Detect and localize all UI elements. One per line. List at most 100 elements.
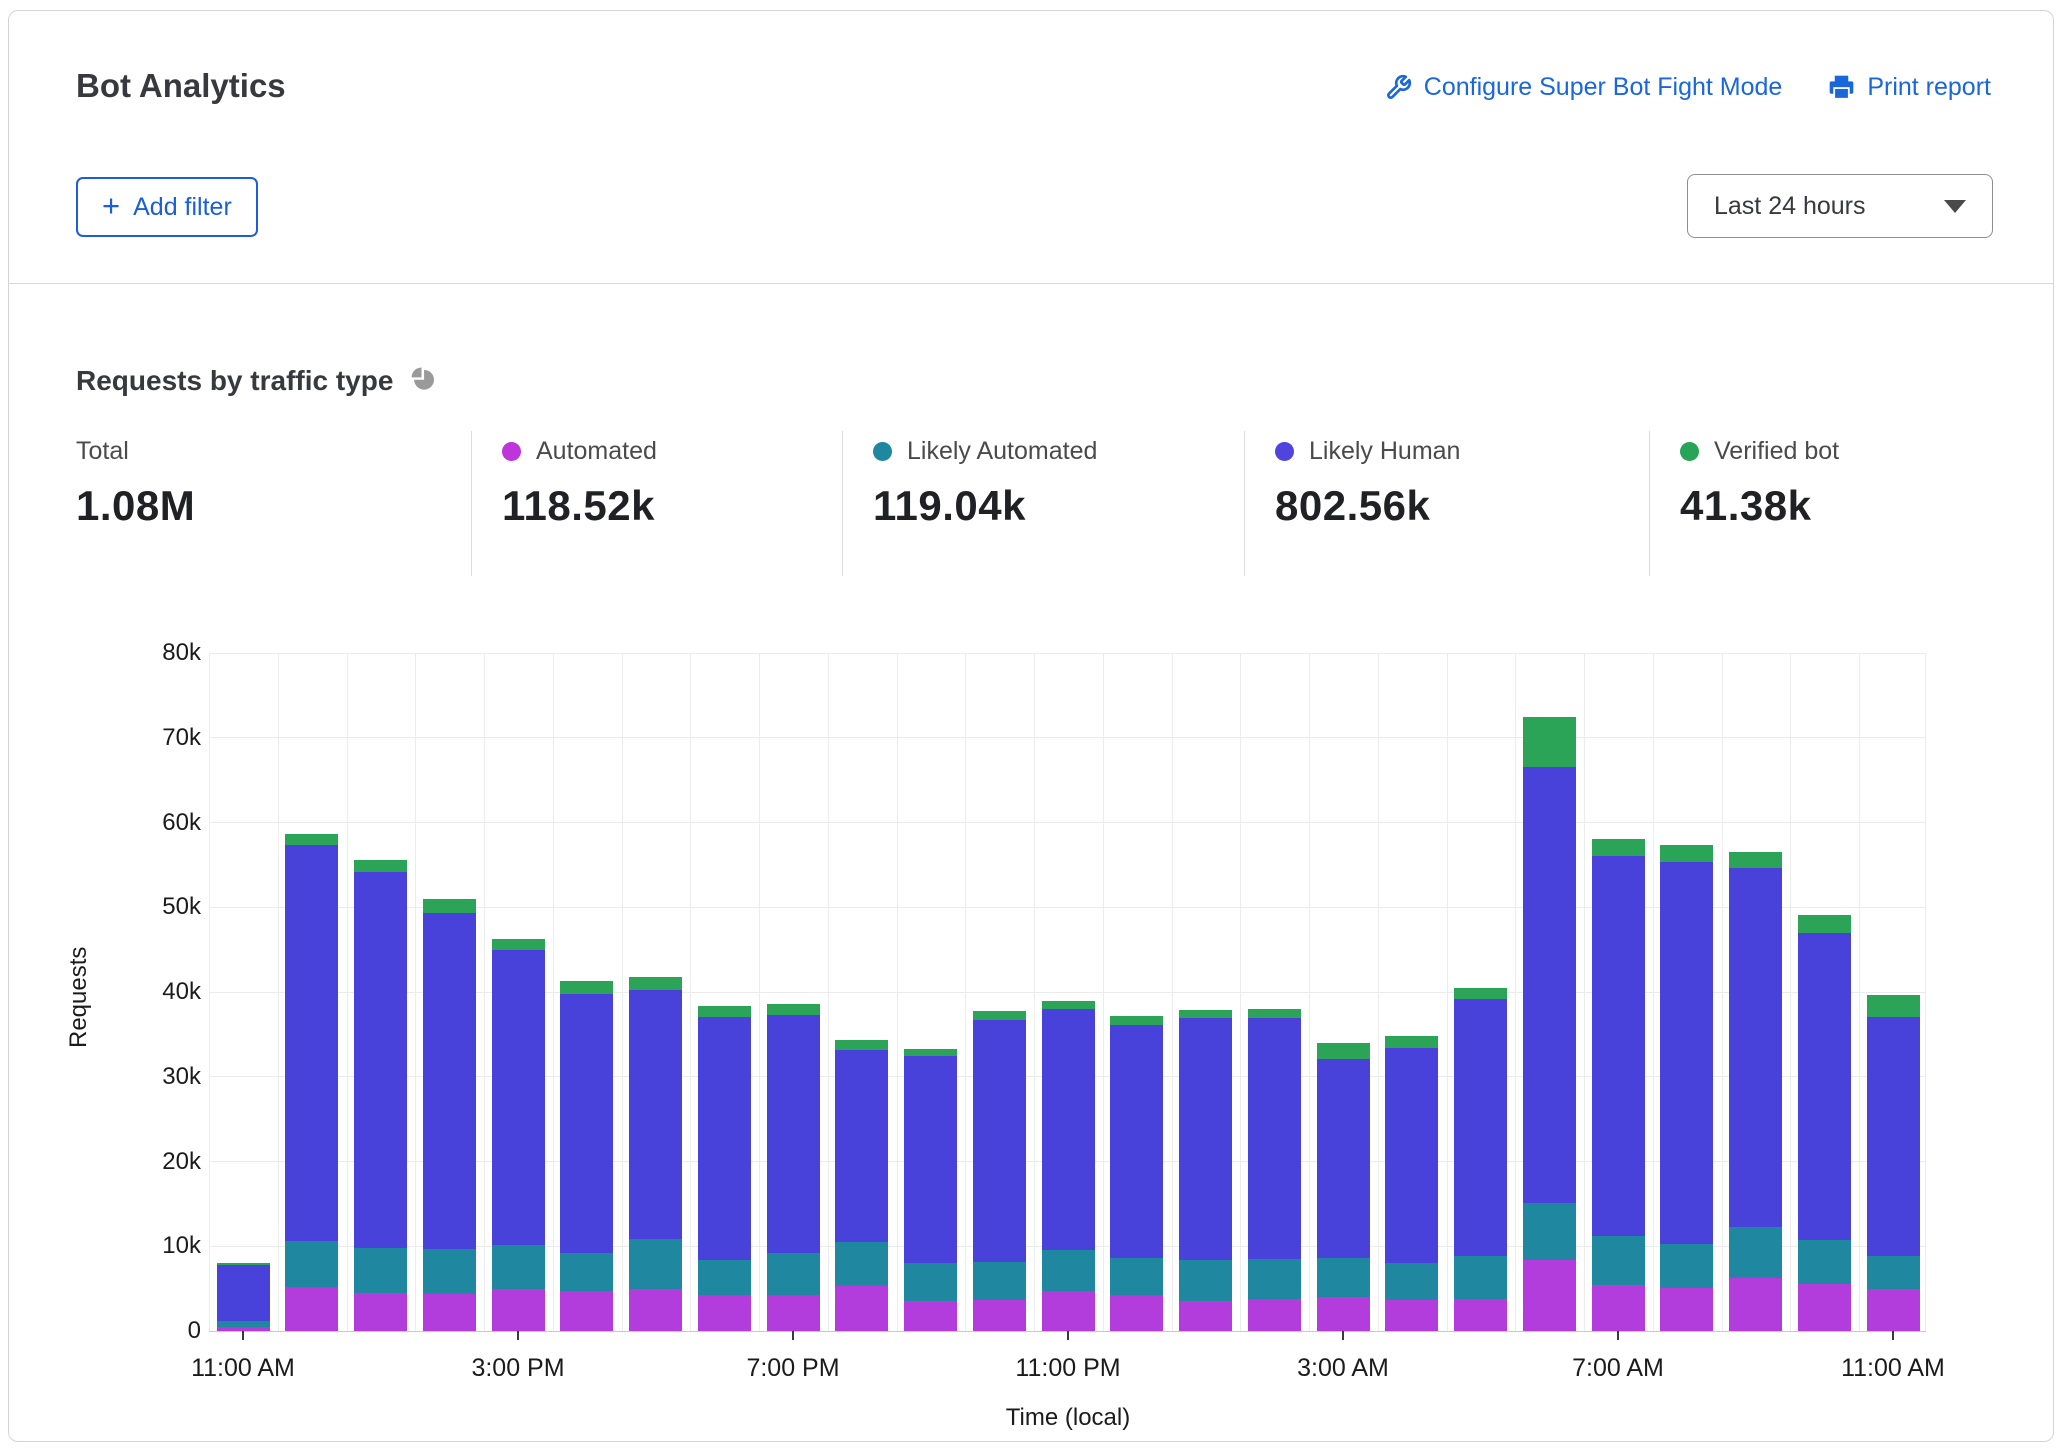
bar-segment-likely-human[interactable]	[1316, 1058, 1370, 1259]
bar-segment-verified-bot[interactable]	[1385, 1036, 1439, 1048]
bar-segment-likely-human[interactable]	[560, 993, 614, 1254]
bar-segment-verified-bot[interactable]	[835, 1040, 889, 1050]
bar-segment-likely-human[interactable]	[1110, 1025, 1164, 1259]
bar-segment-likely-human[interactable]	[972, 1019, 1026, 1263]
bar-segment-likely-automated[interactable]	[1660, 1243, 1714, 1288]
bar-segment-likely-human[interactable]	[491, 949, 545, 1245]
print-report-link[interactable]: Print report	[1828, 73, 1991, 102]
bar-segment-verified-bot[interactable]	[1247, 1008, 1301, 1019]
bar-segment-likely-automated[interactable]	[1247, 1258, 1301, 1299]
bar-segment-verified-bot[interactable]	[422, 898, 476, 914]
bar-segment-likely-human[interactable]	[422, 913, 476, 1249]
bar-segment-automated[interactable]	[1454, 1298, 1507, 1331]
bar-segment-likely-automated[interactable]	[629, 1239, 682, 1289]
bar-segment-verified-bot[interactable]	[354, 859, 407, 872]
bar-segment-likely-human[interactable]	[1797, 932, 1851, 1241]
bar-segment-automated[interactable]	[1522, 1259, 1576, 1331]
bar-segment-likely-automated[interactable]	[216, 1320, 270, 1327]
bar-segment-verified-bot[interactable]	[766, 1003, 820, 1015]
bar-segment-automated[interactable]	[972, 1299, 1026, 1331]
bar-segment-automated[interactable]	[1729, 1278, 1782, 1331]
bar-segment-automated[interactable]	[1247, 1298, 1301, 1331]
bar-segment-likely-human[interactable]	[285, 845, 339, 1242]
bar-segment-likely-automated[interactable]	[354, 1247, 407, 1293]
bar-segment-likely-automated[interactable]	[1729, 1226, 1782, 1279]
bar-segment-automated[interactable]	[491, 1288, 545, 1331]
bar-segment-automated[interactable]	[1316, 1297, 1370, 1331]
bar-segment-automated[interactable]	[285, 1286, 339, 1331]
bar-segment-likely-human[interactable]	[1247, 1018, 1301, 1259]
bar-segment-verified-bot[interactable]	[1179, 1009, 1232, 1019]
bar-segment-automated[interactable]	[629, 1288, 682, 1331]
bar-segment-likely-automated[interactable]	[560, 1253, 614, 1292]
bar-segment-verified-bot[interactable]	[1522, 717, 1576, 767]
bar-segment-likely-human[interactable]	[835, 1049, 889, 1243]
bar-segment-likely-automated[interactable]	[1316, 1258, 1370, 1298]
bar-segment-likely-human[interactable]	[1866, 1017, 1920, 1256]
configure-super-bot-fight-mode-link[interactable]: Configure Super Bot Fight Mode	[1385, 73, 1782, 102]
bar-segment-automated[interactable]	[1041, 1291, 1095, 1331]
bar-segment-likely-human[interactable]	[216, 1264, 270, 1321]
bar-segment-likely-human[interactable]	[1454, 998, 1507, 1257]
bar-segment-verified-bot[interactable]	[1729, 852, 1782, 869]
bar-segment-verified-bot[interactable]	[1660, 844, 1714, 862]
bar-segment-automated[interactable]	[904, 1300, 957, 1331]
bar-segment-verified-bot[interactable]	[560, 981, 614, 994]
bar-segment-automated[interactable]	[1110, 1295, 1164, 1331]
bar-segment-verified-bot[interactable]	[1454, 987, 1507, 999]
bar-segment-verified-bot[interactable]	[1110, 1015, 1164, 1026]
bar-segment-automated[interactable]	[422, 1293, 476, 1331]
bar-segment-verified-bot[interactable]	[904, 1048, 957, 1057]
time-range-select[interactable]: Last 24 hours	[1687, 174, 1993, 238]
bar-segment-likely-automated[interactable]	[766, 1253, 820, 1295]
bar-segment-likely-human[interactable]	[904, 1056, 957, 1264]
bar-segment-verified-bot[interactable]	[491, 938, 545, 950]
bar-segment-verified-bot[interactable]	[1316, 1042, 1370, 1059]
bar-segment-likely-human[interactable]	[629, 990, 682, 1240]
add-filter-button[interactable]: + Add filter	[76, 177, 258, 237]
bar-segment-likely-human[interactable]	[354, 871, 407, 1248]
bar-segment-automated[interactable]	[1385, 1299, 1439, 1331]
bar-segment-automated[interactable]	[1591, 1285, 1645, 1331]
bar-segment-verified-bot[interactable]	[972, 1010, 1026, 1020]
bar-segment-automated[interactable]	[560, 1291, 614, 1331]
bar-segment-likely-human[interactable]	[1729, 868, 1782, 1227]
bar-segment-likely-automated[interactable]	[1454, 1256, 1507, 1299]
bar-segment-likely-human[interactable]	[1179, 1018, 1232, 1260]
bar-segment-verified-bot[interactable]	[1797, 914, 1851, 933]
bar-segment-verified-bot[interactable]	[216, 1262, 270, 1265]
bar-segment-likely-automated[interactable]	[1866, 1255, 1920, 1289]
bar-segment-verified-bot[interactable]	[697, 1006, 751, 1018]
bar-segment-likely-automated[interactable]	[491, 1244, 545, 1289]
bar-segment-likely-automated[interactable]	[1797, 1240, 1851, 1284]
bar-segment-likely-human[interactable]	[1385, 1047, 1439, 1264]
bar-segment-likely-automated[interactable]	[1041, 1249, 1095, 1292]
bar-segment-likely-automated[interactable]	[1591, 1236, 1645, 1286]
bar-segment-likely-automated[interactable]	[1385, 1263, 1439, 1300]
bar-segment-likely-automated[interactable]	[422, 1248, 476, 1294]
bar-segment-likely-automated[interactable]	[285, 1241, 339, 1287]
bar-segment-verified-bot[interactable]	[629, 976, 682, 991]
bar-segment-verified-bot[interactable]	[1041, 1001, 1095, 1009]
bar-segment-likely-automated[interactable]	[1179, 1259, 1232, 1301]
bar-segment-likely-human[interactable]	[1660, 861, 1714, 1244]
bar-segment-likely-automated[interactable]	[697, 1259, 751, 1296]
bar-segment-automated[interactable]	[835, 1286, 889, 1331]
bar-segment-automated[interactable]	[766, 1294, 820, 1331]
bar-segment-likely-automated[interactable]	[904, 1263, 957, 1301]
bar-segment-automated[interactable]	[1179, 1300, 1232, 1331]
bar-segment-likely-human[interactable]	[766, 1014, 820, 1254]
bar-segment-likely-human[interactable]	[1041, 1008, 1095, 1250]
bar-segment-likely-automated[interactable]	[972, 1262, 1026, 1300]
bar-segment-verified-bot[interactable]	[1866, 995, 1920, 1018]
bar-segment-likely-human[interactable]	[1522, 766, 1576, 1204]
bar-segment-automated[interactable]	[1797, 1283, 1851, 1331]
bar-segment-likely-automated[interactable]	[1110, 1258, 1164, 1296]
bar-segment-likely-human[interactable]	[1591, 856, 1645, 1237]
bar-segment-verified-bot[interactable]	[1591, 839, 1645, 857]
bar-segment-automated[interactable]	[697, 1295, 751, 1331]
bar-segment-likely-automated[interactable]	[1522, 1203, 1576, 1260]
bar-segment-automated[interactable]	[1866, 1288, 1920, 1331]
bar-segment-likely-human[interactable]	[697, 1017, 751, 1260]
bar-segment-likely-automated[interactable]	[835, 1242, 889, 1287]
